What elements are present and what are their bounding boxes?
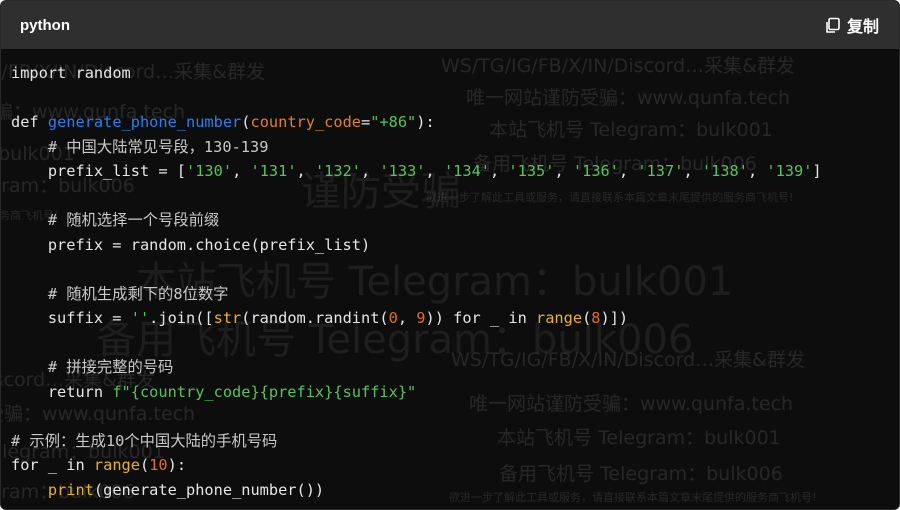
code-text-segment: suffix =	[47, 309, 131, 327]
code-function-name: generate_phone_number	[47, 113, 242, 131]
code-comment: # 示例：生成10个中国大陆的手机号码	[11, 431, 278, 450]
code-string: '135'	[508, 162, 555, 180]
copy-icon	[824, 17, 841, 34]
code-text-segment: _ in	[38, 456, 94, 474]
code-text-segment: )])	[600, 309, 629, 327]
copy-button[interactable]: 复制	[824, 13, 879, 37]
language-label: python	[20, 16, 70, 34]
code-identifier: random	[75, 64, 131, 82]
code-builtin: range	[536, 309, 583, 327]
code-keyword: return	[47, 382, 104, 401]
code-keyword: for	[11, 456, 39, 474]
code-comment: # 随机生成剩下的8位数字	[47, 284, 229, 303]
code-string: '132'	[314, 162, 362, 180]
code-identifier: prefix_list	[47, 162, 150, 180]
code-text-segment: .join([	[149, 309, 214, 327]
code-block: python 复制 WS/TG/IG/FB/X/IN/Discord…采集&群发…	[0, 0, 900, 510]
code-builtin: range	[93, 456, 140, 474]
code-text-segment: (	[139, 456, 150, 474]
code-number: 8	[591, 309, 601, 327]
code-string: '131'	[250, 162, 297, 180]
code-string: '139'	[766, 162, 813, 180]
code-statement: prefix = random.choice(prefix_list)	[47, 235, 371, 254]
copy-label: 复制	[846, 17, 879, 36]
code-text-segment: ):	[167, 456, 187, 474]
code-text-segment: (random.randint(	[241, 309, 389, 327]
code-text-segment: (	[582, 309, 592, 327]
code-string: '138'	[701, 162, 748, 180]
code-text[interactable]: import random def generate_phone_number (…	[11, 61, 822, 502]
code-keyword: def	[11, 113, 39, 131]
code-string: "+86"	[370, 113, 417, 131]
code-comment: # 中国大陆常见号段，130-139	[47, 137, 269, 156]
code-fstring: f"{country_code}{prefix}{suffix}"	[112, 382, 417, 401]
code-string: '137'	[637, 162, 684, 180]
code-keyword: import	[11, 64, 67, 82]
code-text-segment: (generate_phone_number())	[93, 480, 325, 499]
code-comment: # 随机选择一个号段前缀	[47, 211, 220, 229]
code-string: '133'	[379, 162, 426, 180]
code-parameter: country_code	[250, 113, 361, 131]
code-string: '134'	[443, 162, 490, 180]
code-block-header: python 复制	[1, 1, 899, 49]
code-string: '136'	[572, 162, 619, 180]
code-comment: # 拼接完整的号码	[47, 358, 174, 376]
code-string: ''	[130, 309, 150, 327]
code-number: 10	[149, 456, 168, 474]
code-area[interactable]: WS/TG/IG/FB/X/IN/Discord…采集&群发 唯一网站谨防受骗：…	[1, 49, 899, 509]
code-builtin: str	[213, 309, 242, 327]
code-text-segment: ,	[397, 309, 417, 327]
code-text-segment: )) for _ in	[425, 309, 536, 327]
code-string: '130'	[186, 162, 233, 180]
code-number: 0	[388, 309, 398, 327]
code-builtin: print	[47, 480, 94, 499]
